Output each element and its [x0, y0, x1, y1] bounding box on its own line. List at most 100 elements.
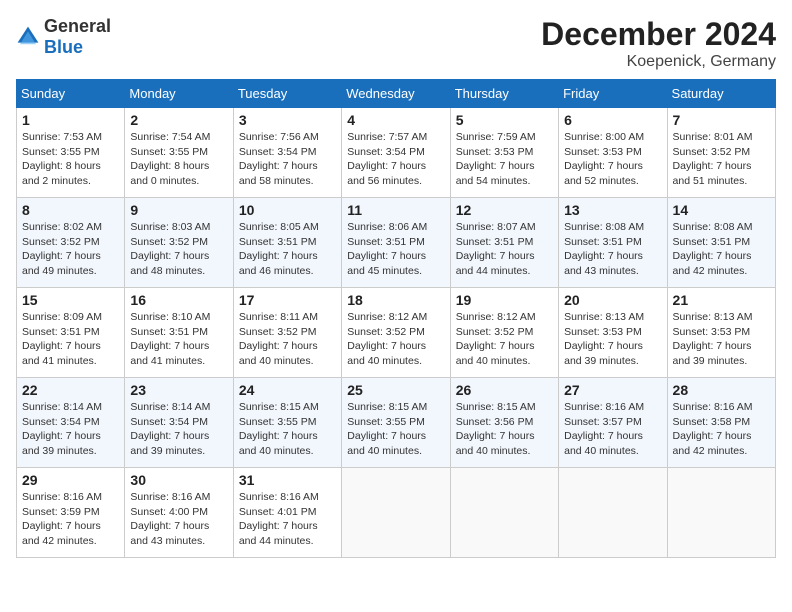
day-info: Sunrise: 8:15 AMSunset: 3:56 PMDaylight:… [456, 400, 553, 459]
day-number: 24 [239, 382, 336, 398]
day-info: Sunrise: 8:12 AMSunset: 3:52 PMDaylight:… [456, 310, 553, 369]
title-area: December 2024 Koepenick, Germany [541, 16, 776, 71]
day-number: 12 [456, 202, 553, 218]
day-info: Sunrise: 8:13 AMSunset: 3:53 PMDaylight:… [673, 310, 770, 369]
day-info: Sunrise: 8:14 AMSunset: 3:54 PMDaylight:… [130, 400, 227, 459]
calendar-cell: 22Sunrise: 8:14 AMSunset: 3:54 PMDayligh… [17, 378, 125, 468]
day-info: Sunrise: 8:08 AMSunset: 3:51 PMDaylight:… [673, 220, 770, 279]
calendar-cell: 24 Sunrise: 8:15 AMSunset: 3:55 PMDayligh… [233, 378, 341, 468]
day-number: 8 [22, 202, 119, 218]
logo: General Blue [16, 16, 111, 58]
week-row-4: 22Sunrise: 8:14 AMSunset: 3:54 PMDayligh… [17, 378, 776, 468]
day-number: 29 [22, 472, 119, 488]
day-number: 25 [347, 382, 444, 398]
weekday-header-row: SundayMondayTuesdayWednesdayThursdayFrid… [17, 80, 776, 108]
day-number: 18 [347, 292, 444, 308]
logo-text: General Blue [44, 16, 111, 58]
calendar-cell [667, 468, 775, 558]
day-info: Sunrise: 8:07 AMSunset: 3:51 PMDaylight:… [456, 220, 553, 279]
logo-blue: Blue [44, 37, 83, 57]
day-number: 11 [347, 202, 444, 218]
day-number: 14 [673, 202, 770, 218]
calendar-cell: 6Sunrise: 8:00 AMSunset: 3:53 PMDaylight… [559, 108, 667, 198]
weekday-header-thursday: Thursday [450, 80, 558, 108]
day-number: 20 [564, 292, 661, 308]
day-info: Sunrise: 7:57 AMSunset: 3:54 PMDaylight:… [347, 130, 444, 189]
day-info: Sunrise: 7:59 AMSunset: 3:53 PMDaylight:… [456, 130, 553, 189]
calendar-cell: 31 Sunrise: 8:16 AMSunset: 4:01 PMDayligh… [233, 468, 341, 558]
day-info: Sunrise: 8:02 AMSunset: 3:52 PMDaylight:… [22, 220, 119, 279]
day-info: Sunrise: 8:09 AMSunset: 3:51 PMDaylight:… [22, 310, 119, 369]
logo-general: General [44, 16, 111, 36]
day-number: 7 [673, 112, 770, 128]
calendar-cell: 28 Sunrise: 8:16 AMSunset: 3:58 PMDayligh… [667, 378, 775, 468]
day-info: Sunrise: 8:16 AMSunset: 3:57 PMDaylight:… [564, 400, 661, 459]
calendar-cell: 9 Sunrise: 8:03 AMSunset: 3:52 PMDaylight… [125, 198, 233, 288]
day-number: 21 [673, 292, 770, 308]
day-info: Sunrise: 8:03 AMSunset: 3:52 PMDaylight:… [130, 220, 227, 279]
day-info: Sunrise: 8:14 AMSunset: 3:54 PMDaylight:… [22, 400, 119, 459]
calendar-cell: 26 Sunrise: 8:15 AMSunset: 3:56 PMDayligh… [450, 378, 558, 468]
day-number: 9 [130, 202, 227, 218]
calendar-cell: 19 Sunrise: 8:12 AMSunset: 3:52 PMDayligh… [450, 288, 558, 378]
calendar-cell: 27 Sunrise: 8:16 AMSunset: 3:57 PMDayligh… [559, 378, 667, 468]
day-info: Sunrise: 8:01 AMSunset: 3:52 PMDaylight:… [673, 130, 770, 189]
header: General Blue December 2024 Koepenick, Ge… [16, 16, 776, 71]
calendar-cell: 18 Sunrise: 8:12 AMSunset: 3:52 PMDayligh… [342, 288, 450, 378]
calendar-cell: 12 Sunrise: 8:07 AMSunset: 3:51 PMDayligh… [450, 198, 558, 288]
day-number: 19 [456, 292, 553, 308]
day-number: 1 [22, 112, 119, 128]
logo-icon [16, 25, 40, 49]
week-row-1: 1 Sunrise: 7:53 AMSunset: 3:55 PMDaylight… [17, 108, 776, 198]
day-number: 31 [239, 472, 336, 488]
calendar-cell: 17 Sunrise: 8:11 AMSunset: 3:52 PMDayligh… [233, 288, 341, 378]
day-info: Sunrise: 8:16 AMSunset: 3:58 PMDaylight:… [673, 400, 770, 459]
day-number: 16 [130, 292, 227, 308]
calendar-cell: 30Sunrise: 8:16 AMSunset: 4:00 PMDayligh… [125, 468, 233, 558]
weekday-header-saturday: Saturday [667, 80, 775, 108]
calendar-cell: 14 Sunrise: 8:08 AMSunset: 3:51 PMDayligh… [667, 198, 775, 288]
day-info: Sunrise: 8:13 AMSunset: 3:53 PMDaylight:… [564, 310, 661, 369]
calendar-table: SundayMondayTuesdayWednesdayThursdayFrid… [16, 79, 776, 558]
calendar-cell [342, 468, 450, 558]
day-info: Sunrise: 7:56 AMSunset: 3:54 PMDaylight:… [239, 130, 336, 189]
day-info: Sunrise: 8:05 AMSunset: 3:51 PMDaylight:… [239, 220, 336, 279]
day-number: 5 [456, 112, 553, 128]
day-info: Sunrise: 8:00 AMSunset: 3:53 PMDaylight:… [564, 130, 661, 189]
weekday-header-monday: Monday [125, 80, 233, 108]
day-number: 15 [22, 292, 119, 308]
calendar-cell: 15 Sunrise: 8:09 AMSunset: 3:51 PMDayligh… [17, 288, 125, 378]
calendar-cell: 10 Sunrise: 8:05 AMSunset: 3:51 PMDayligh… [233, 198, 341, 288]
calendar-cell: 3 Sunrise: 7:56 AMSunset: 3:54 PMDaylight… [233, 108, 341, 198]
weekday-header-tuesday: Tuesday [233, 80, 341, 108]
day-info: Sunrise: 8:12 AMSunset: 3:52 PMDaylight:… [347, 310, 444, 369]
day-number: 26 [456, 382, 553, 398]
day-info: Sunrise: 8:16 AMSunset: 4:01 PMDaylight:… [239, 490, 336, 549]
day-number: 10 [239, 202, 336, 218]
calendar-cell: 20 Sunrise: 8:13 AMSunset: 3:53 PMDayligh… [559, 288, 667, 378]
day-number: 17 [239, 292, 336, 308]
day-info: Sunrise: 8:16 AMSunset: 3:59 PMDaylight:… [22, 490, 119, 549]
day-info: Sunrise: 8:11 AMSunset: 3:52 PMDaylight:… [239, 310, 336, 369]
calendar-cell: 7 Sunrise: 8:01 AMSunset: 3:52 PMDaylight… [667, 108, 775, 198]
day-number: 3 [239, 112, 336, 128]
day-number: 23 [130, 382, 227, 398]
day-info: Sunrise: 8:15 AMSunset: 3:55 PMDaylight:… [239, 400, 336, 459]
week-row-5: 29 Sunrise: 8:16 AMSunset: 3:59 PMDayligh… [17, 468, 776, 558]
calendar-cell: 2Sunrise: 7:54 AMSunset: 3:55 PMDaylight… [125, 108, 233, 198]
day-info: Sunrise: 7:53 AMSunset: 3:55 PMDaylight:… [22, 130, 119, 189]
day-number: 30 [130, 472, 227, 488]
day-info: Sunrise: 8:06 AMSunset: 3:51 PMDaylight:… [347, 220, 444, 279]
calendar-cell: 11 Sunrise: 8:06 AMSunset: 3:51 PMDayligh… [342, 198, 450, 288]
week-row-3: 15 Sunrise: 8:09 AMSunset: 3:51 PMDayligh… [17, 288, 776, 378]
week-row-2: 8 Sunrise: 8:02 AMSunset: 3:52 PMDaylight… [17, 198, 776, 288]
weekday-header-wednesday: Wednesday [342, 80, 450, 108]
day-number: 27 [564, 382, 661, 398]
day-info: Sunrise: 8:08 AMSunset: 3:51 PMDaylight:… [564, 220, 661, 279]
calendar-cell: 21 Sunrise: 8:13 AMSunset: 3:53 PMDayligh… [667, 288, 775, 378]
calendar-cell: 5 Sunrise: 7:59 AMSunset: 3:53 PMDaylight… [450, 108, 558, 198]
day-number: 28 [673, 382, 770, 398]
calendar-cell: 25Sunrise: 8:15 AMSunset: 3:55 PMDayligh… [342, 378, 450, 468]
day-number: 13 [564, 202, 661, 218]
calendar-cell [450, 468, 558, 558]
